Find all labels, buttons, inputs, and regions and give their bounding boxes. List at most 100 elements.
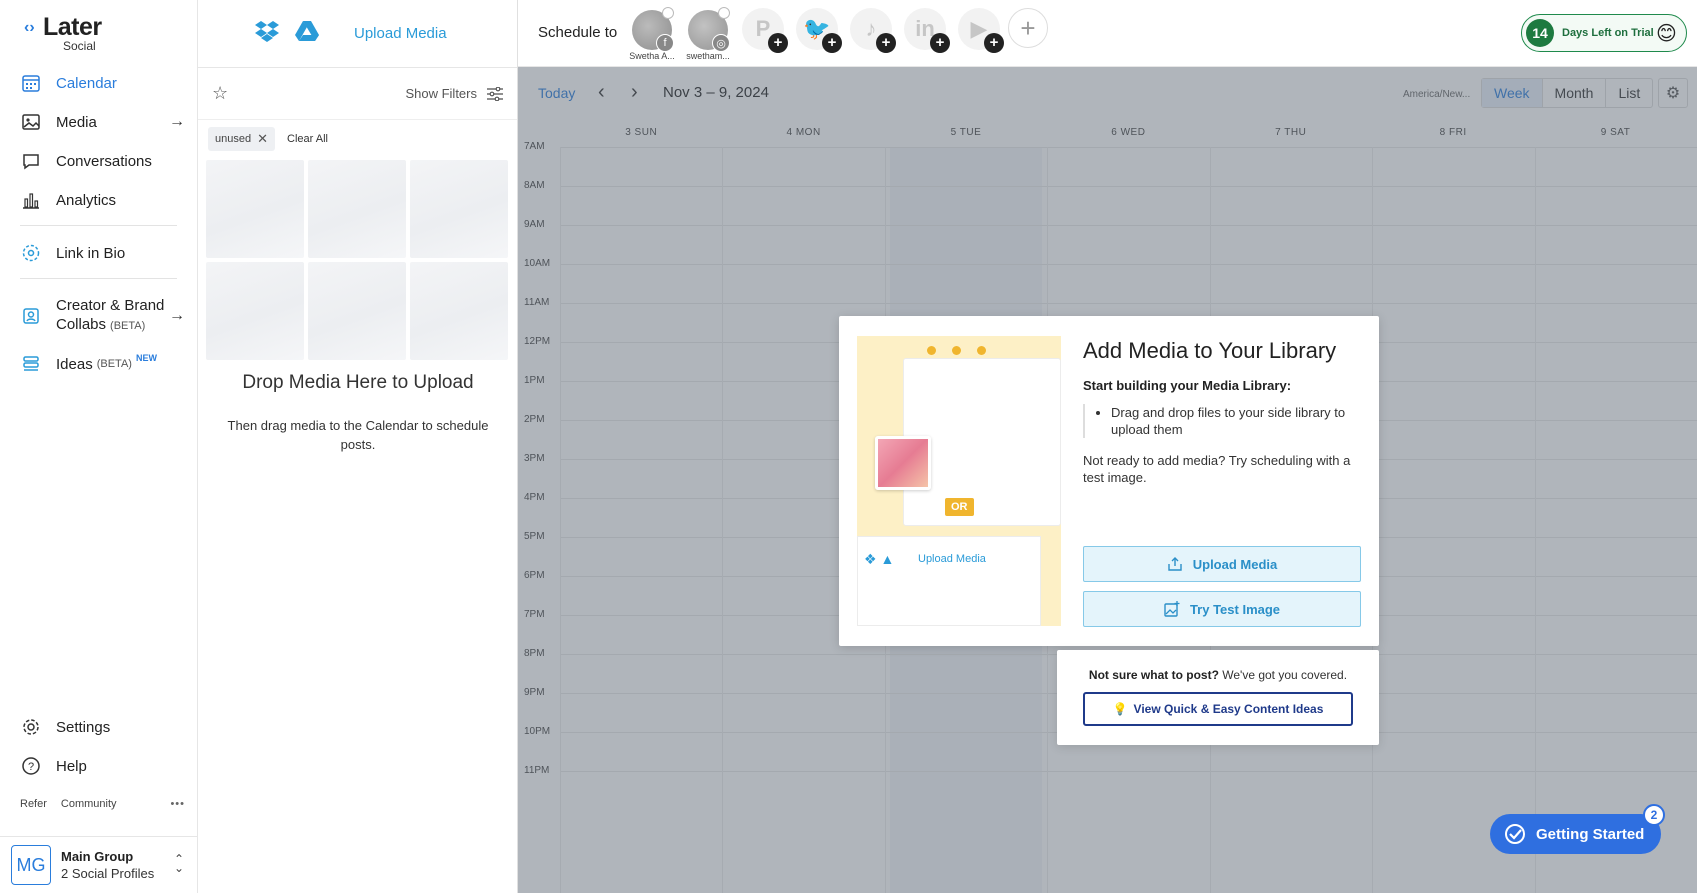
star-icon[interactable]: ☆ (212, 83, 228, 104)
beta-badge: (BETA) (110, 320, 146, 332)
media-placeholder (206, 262, 304, 360)
add-linkedin-button[interactable]: in + (904, 8, 950, 53)
filter-tag: unused ✕ (208, 127, 275, 151)
upload-media-link[interactable]: Upload Media (354, 25, 447, 42)
arrow-right-icon[interactable]: → (169, 307, 185, 325)
group-name: Main Group (61, 849, 134, 864)
plus-icon: + (822, 33, 842, 53)
view-content-ideas-label: View Quick & Easy Content Ideas (1133, 702, 1324, 716)
schedule-topbar: Schedule to f Swetha A... ◎ swetham... P… (518, 0, 1697, 67)
svg-text:?: ? (28, 761, 34, 773)
plus-icon: + (1020, 12, 1036, 43)
view-content-ideas-button[interactable]: 💡 View Quick & Easy Content Ideas (1083, 692, 1353, 726)
upload-icon (1168, 557, 1182, 571)
dropbox-icon[interactable] (254, 19, 280, 48)
getting-started-button[interactable]: Getting Started 2 (1490, 804, 1665, 854)
nav-item-help[interactable]: ? Help (20, 751, 185, 781)
google-drive-icon[interactable] (294, 19, 320, 48)
image-icon (20, 111, 42, 133)
clear-all-button[interactable]: Clear All (287, 133, 328, 145)
trial-days-count: 14 (1526, 19, 1554, 47)
getting-started-count: 2 (1643, 804, 1665, 826)
group-switcher[interactable]: MG Main Group 2 Social Profiles ⌃ ⌄ (0, 836, 198, 893)
try-test-image-label: Try Test Image (1189, 601, 1281, 617)
filter-row: ☆ Show Filters (198, 68, 517, 120)
modal-title: Add Media to Your Library (1083, 338, 1337, 363)
close-icon[interactable]: ✕ (257, 131, 268, 147)
nav-label-settings: Settings (56, 718, 111, 736)
trial-badge[interactable]: 14 Days Left on Trial 😊 (1521, 14, 1687, 52)
nav-item-media[interactable]: Media → (20, 107, 185, 137)
lightbulb-icon: 💡 (1112, 702, 1128, 716)
nav-divider (20, 225, 177, 226)
nav-item-calendar[interactable]: Calendar (20, 68, 185, 98)
content-ideas-lead: Not sure what to post? (1088, 668, 1219, 682)
profile-name: Swetha A... (629, 51, 675, 61)
upload-media-button[interactable]: Upload Media (1083, 546, 1361, 582)
nav-label-media: Media (56, 113, 97, 131)
gear-icon (20, 716, 42, 738)
media-placeholder (410, 160, 508, 258)
add-media-modal: OR ❖ ▲ Upload Media Add Media to Your Li… (839, 316, 1379, 646)
instagram-icon: ◎ (712, 34, 730, 52)
nav-label-collabs: Collabs (56, 316, 107, 333)
nav-item-ideas[interactable]: Ideas (BETA) NEW (20, 349, 185, 379)
profile-facebook[interactable]: f (632, 7, 674, 52)
community-link[interactable]: Community (61, 798, 117, 810)
show-filters-button[interactable]: Show Filters (405, 86, 503, 101)
profile-instagram[interactable]: ◎ (688, 7, 730, 52)
tiktok-icon: ♪ (865, 16, 877, 41)
try-test-image-button[interactable]: Try Test Image (1083, 591, 1361, 627)
show-filters-label: Show Filters (405, 86, 477, 101)
group-avatar: MG (11, 845, 51, 885)
refer-link[interactable]: Refer (20, 798, 47, 810)
upload-media-label: Upload Media (1192, 556, 1278, 572)
filter-tag-label: unused (215, 133, 252, 145)
later-logo[interactable]: ‹› Later Social (24, 14, 102, 52)
media-placeholder-grid (206, 160, 508, 360)
ideas-icon (20, 353, 42, 375)
dropbox-icon: ❖ ▲ (864, 551, 895, 567)
select-circle (718, 7, 730, 19)
help-icon: ? (20, 755, 42, 777)
add-profile-button[interactable]: + (1008, 8, 1048, 48)
nav-label-help: Help (56, 757, 87, 775)
nav-label-calendar: Calendar (56, 74, 117, 92)
nav-item-analytics[interactable]: Analytics (20, 185, 185, 215)
more-icon[interactable]: ••• (170, 798, 185, 810)
new-badge: NEW (135, 353, 157, 363)
add-twitter-button[interactable]: 🐦 + (796, 8, 842, 53)
logo-name: Later (43, 13, 102, 41)
nav-label-link-in-bio: Link in Bio (56, 244, 126, 262)
group-profiles-count: 2 Social Profiles (61, 866, 155, 881)
bar-chart-icon (20, 189, 42, 211)
sliders-icon (487, 86, 503, 101)
arrow-right-icon[interactable]: → (169, 113, 185, 131)
chat-icon (20, 150, 42, 172)
nav-divider (20, 278, 177, 279)
add-pinterest-button[interactable]: P + (742, 8, 788, 53)
active-filters: unused ✕ Clear All (198, 120, 517, 158)
media-placeholder (410, 262, 508, 360)
image-sparkle-icon (1164, 601, 1180, 617)
chevron-up-down-icon[interactable]: ⌃ ⌄ (174, 853, 184, 874)
modal-note: Not ready to add media? Try scheduling w… (1083, 453, 1351, 485)
logo-sub: Social (63, 39, 96, 53)
media-library-illustration: OR ❖ ▲ Upload Media (857, 336, 1061, 626)
trial-days-text: Days Left on Trial (1562, 27, 1654, 39)
nav-item-creator-collabs[interactable]: Creator & Brand Collabs (BETA) → (20, 294, 185, 338)
nav-item-conversations[interactable]: Conversations (20, 146, 185, 176)
content-ideas-card: Not sure what to post? We've got you cov… (1057, 650, 1379, 745)
media-upload-bar: Upload Media (198, 0, 517, 68)
smile-icon: 😊 (1656, 22, 1677, 45)
nav-item-settings[interactable]: Settings (20, 712, 185, 742)
nav-item-link-in-bio[interactable]: Link in Bio (20, 238, 185, 268)
plus-icon: + (768, 33, 788, 53)
nav-label-conversations: Conversations (56, 152, 152, 170)
media-placeholder (308, 262, 406, 360)
nav-label-ideas: Ideas (56, 355, 93, 373)
add-youtube-button[interactable]: ▶ + (958, 8, 1004, 53)
add-tiktok-button[interactable]: ♪ + (850, 8, 896, 53)
media-placeholder (206, 160, 304, 258)
modal-subtitle: Start building your Media Library: (1083, 378, 1292, 393)
